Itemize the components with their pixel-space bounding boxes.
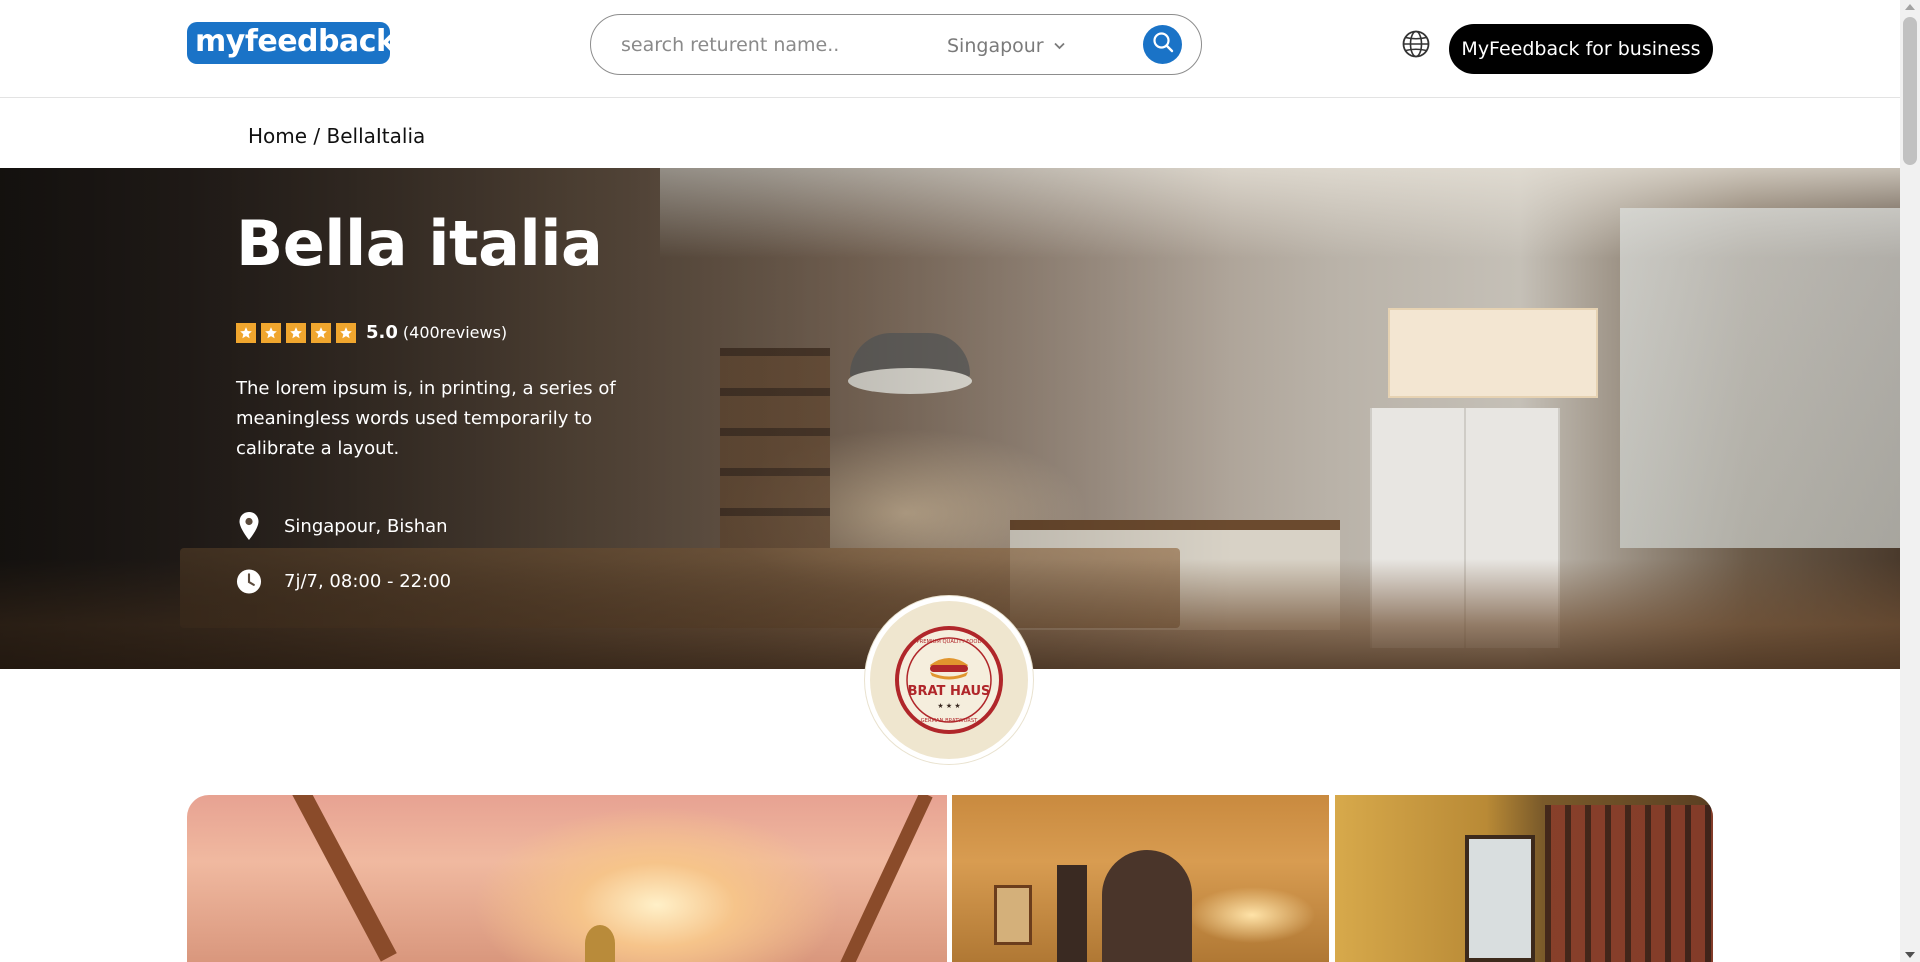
gallery-photo-3[interactable] xyxy=(1335,795,1713,962)
location-row: Singapour, Bishan xyxy=(236,511,448,541)
hours-row: 7j/7, 08:00 - 22:00 xyxy=(236,566,451,596)
gallery-photo-1-beam-right xyxy=(835,795,933,962)
breadcrumb-separator: / xyxy=(307,124,327,148)
gallery-photo-1[interactable] xyxy=(187,795,947,962)
city-label: Singapour xyxy=(947,35,1044,57)
restaurant-description: The lorem ipsum is, in printing, a serie… xyxy=(236,378,616,459)
gallery-photo-1-beam xyxy=(287,795,397,962)
photo-gallery xyxy=(187,795,1713,962)
search-button[interactable] xyxy=(1143,25,1182,64)
badge-bottom-text: GERMAN BRATWURST xyxy=(921,718,979,724)
rating-score: 5.0 xyxy=(366,322,398,343)
search-input[interactable] xyxy=(621,31,921,59)
breadcrumb: Home / BellaItalia xyxy=(248,124,425,148)
gallery-photo-2-doorway xyxy=(1057,865,1087,962)
review-count[interactable]: (400reviews) xyxy=(403,323,507,342)
star-icon xyxy=(286,322,306,343)
star-icon xyxy=(336,322,356,343)
star-icon xyxy=(236,322,256,343)
gallery-photo-3-window xyxy=(1465,835,1535,962)
gallery-photo-3-wine-rack xyxy=(1545,805,1713,962)
scroll-down-arrow-icon[interactable] xyxy=(1905,952,1915,958)
hours-text: 7j/7, 08:00 - 22:00 xyxy=(284,570,452,592)
clock-icon xyxy=(236,566,262,596)
breadcrumb-home[interactable]: Home xyxy=(248,124,307,148)
brat-haus-logo: BRAT HAUS ★ ★ ★ PREMIUM QUALITY FOOD GER… xyxy=(895,626,1003,734)
star-icon xyxy=(311,322,331,343)
chevron-down-icon xyxy=(1054,33,1065,55)
badge-top-text: PREMIUM QUALITY FOOD xyxy=(917,639,982,645)
svg-text:★ ★ ★: ★ ★ ★ xyxy=(937,702,960,710)
star-icon xyxy=(261,322,281,343)
breadcrumb-current: BellaItalia xyxy=(326,124,426,148)
search-bar: Singapour xyxy=(590,14,1202,75)
globe-icon[interactable] xyxy=(1401,29,1431,59)
location-pin-icon xyxy=(236,511,262,541)
gallery-photo-2[interactable] xyxy=(952,795,1329,962)
rating: 5.0 (400reviews) xyxy=(236,322,507,343)
gallery-photo-2-frame xyxy=(994,885,1032,945)
scroll-up-arrow-icon[interactable] xyxy=(1905,4,1915,10)
scroll-thumb[interactable] xyxy=(1903,17,1917,165)
site-header: myfeedback Singapour MyFeedback for busi… xyxy=(0,0,1900,98)
restaurant-logo-badge: BRAT HAUS ★ ★ ★ PREMIUM QUALITY FOOD GER… xyxy=(865,596,1033,764)
gallery-photo-1-chandelier xyxy=(585,925,615,962)
search-icon xyxy=(1151,30,1175,59)
city-selector[interactable]: Singapour xyxy=(947,33,1065,57)
badge-brand: BRAT HAUS xyxy=(908,684,991,699)
business-button[interactable]: MyFeedback for business xyxy=(1449,24,1713,74)
location-text: Singapour, Bishan xyxy=(284,515,448,537)
restaurant-name: Bella italia xyxy=(236,207,603,280)
page-scrollbar[interactable] xyxy=(1900,0,1920,962)
gallery-photo-2-arch xyxy=(1102,850,1192,962)
logo[interactable]: myfeedback xyxy=(187,22,396,64)
